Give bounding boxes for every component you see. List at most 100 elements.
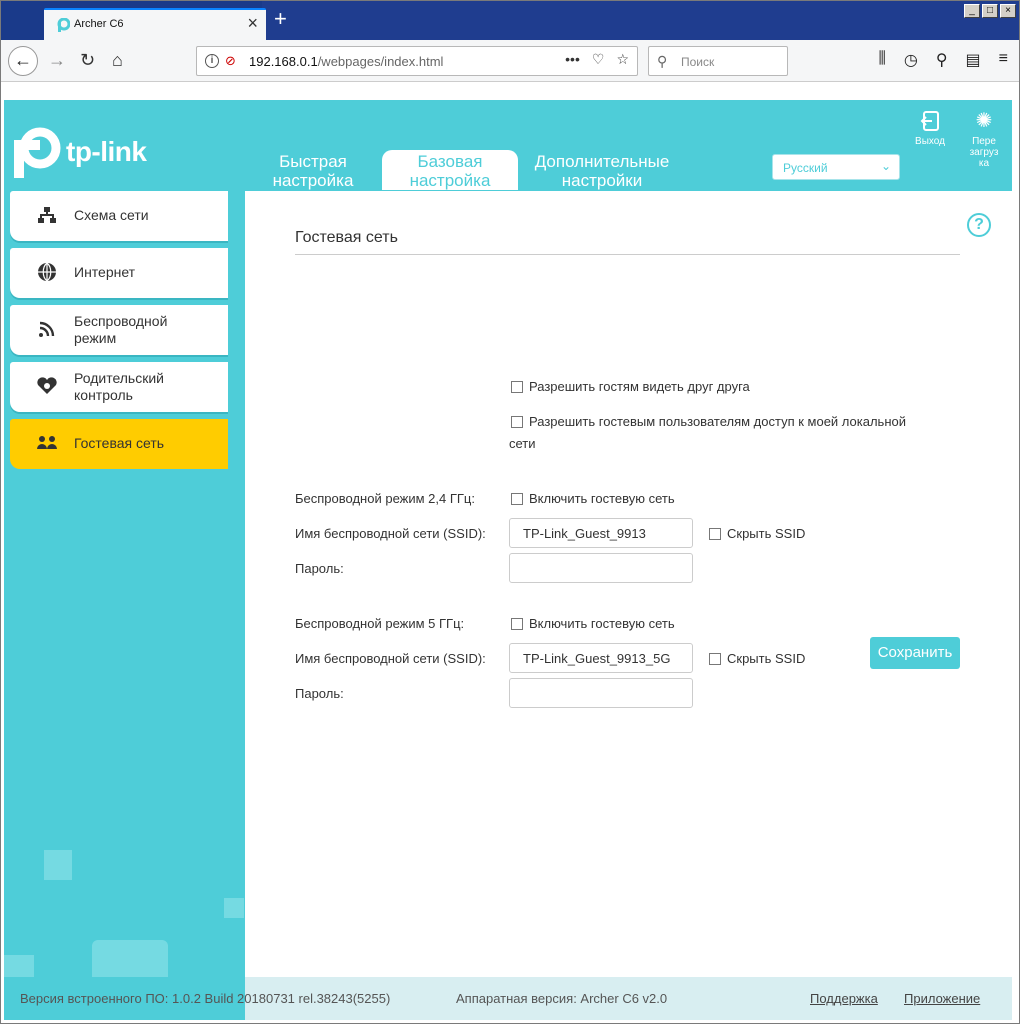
- label-line: режим: [74, 330, 117, 346]
- tab-label-line1: Дополнительные: [534, 152, 670, 171]
- back-icon[interactable]: ←: [8, 46, 38, 76]
- reboot-label-1: Пере: [972, 136, 996, 147]
- sidebar-item-network-map[interactable]: Схема сети: [10, 191, 228, 241]
- tab-title: Archer C6: [74, 18, 124, 30]
- sidebar-item-guest-network[interactable]: Гостевая сеть: [10, 419, 228, 469]
- band24-ssid-input[interactable]: TP-Link_Guest_9913: [509, 518, 693, 548]
- sidebar-item-label: Гостевая сеть: [74, 435, 165, 451]
- guest-network-icon: [36, 433, 58, 455]
- library-icon[interactable]: ⫼: [878, 50, 885, 70]
- band5-ssid-input[interactable]: TP-Link_Guest_9913_5G: [509, 643, 693, 673]
- band5-label: Беспроводной режим 5 ГГц:: [295, 616, 465, 631]
- reboot-label-2: загруз: [969, 147, 999, 158]
- zoom-icon[interactable]: ⚲: [936, 50, 948, 70]
- home-icon[interactable]: ⌂: [112, 50, 123, 70]
- band5-hide-ssid-checkbox[interactable]: [709, 653, 721, 665]
- window-controls: _ □ ×: [964, 4, 1016, 18]
- menu-icon[interactable]: ≡: [999, 50, 1008, 70]
- page-actions-icon[interactable]: •••: [565, 51, 580, 68]
- decor-shape: [44, 850, 72, 880]
- sidebar-item-internet[interactable]: Интернет: [10, 248, 228, 298]
- allow-local-access-label-cont: сети: [509, 436, 536, 451]
- forward-icon[interactable]: →: [48, 50, 66, 70]
- history-icon[interactable]: ◷: [904, 50, 918, 70]
- decor-shape: [92, 940, 168, 977]
- main-tabs: Быстрая настройка Базовая настройка Допо…: [260, 150, 682, 190]
- sidebar-toggle-icon[interactable]: ▤: [966, 50, 981, 70]
- network-map-icon: [36, 205, 58, 227]
- close-tab-icon[interactable]: ×: [247, 14, 258, 32]
- sidebar-item-label: Родительский контроль: [74, 370, 164, 404]
- sidebar-item-label: Беспроводной режим: [74, 313, 167, 347]
- allow-see-each-other-checkbox[interactable]: [511, 381, 523, 393]
- support-link[interactable]: Поддержка: [810, 991, 878, 1006]
- info-icon[interactable]: i: [205, 54, 219, 68]
- main-content: ? Гостевая сеть Разрешить гостям видеть …: [245, 191, 1012, 977]
- url-text[interactable]: 192.168.0.1/webpages/index.html: [249, 54, 443, 69]
- browser-tab[interactable]: Archer C6 ×: [44, 8, 266, 40]
- sidebar-item-label: Интернет: [74, 264, 136, 280]
- label-line: Родительский: [74, 370, 164, 386]
- tplink-logo: tp-link: [10, 126, 147, 178]
- url-actions: ••• ♡ ☆: [565, 51, 629, 68]
- footer: Версия встроенного ПО: 1.0.2 Build 20180…: [4, 977, 1012, 1020]
- nav-toolbar: ← → ↻ ⌂ i ⊘ 192.168.0.1/webpages/index.h…: [0, 40, 1020, 82]
- new-tab-icon[interactable]: +: [274, 8, 287, 30]
- wireless-icon: [36, 319, 58, 341]
- allow-local-access-checkbox[interactable]: [511, 416, 523, 428]
- save-button[interactable]: Сохранить: [870, 637, 960, 669]
- sidebar: Схема сети Интернет Беспроводной режим Ро…: [10, 191, 228, 476]
- allow-local-access-label: Разрешить гостевым пользователям доступ …: [529, 414, 906, 429]
- pocket-icon[interactable]: ♡: [592, 51, 605, 68]
- tab-label-line1: Базовая: [417, 152, 483, 171]
- sidebar-item-wireless[interactable]: Беспроводной режим: [10, 305, 228, 355]
- band24-password-label: Пароль:: [295, 561, 344, 576]
- logo-text: tp-link: [66, 136, 147, 167]
- search-icon: ⚲: [657, 53, 668, 69]
- close-window-icon[interactable]: ×: [1000, 4, 1016, 18]
- decor-shape: [224, 898, 244, 918]
- reload-icon[interactable]: ↻: [80, 50, 95, 70]
- band24-enable-checkbox[interactable]: [511, 493, 523, 505]
- reboot-button[interactable]: ✺ Пере загруз ка: [960, 110, 1008, 169]
- url-bar[interactable]: i ⊘ 192.168.0.1/webpages/index.html ••• …: [196, 46, 638, 76]
- insecure-lock-icon[interactable]: ⊘: [225, 53, 236, 69]
- tab-advanced[interactable]: Дополнительные настройки: [522, 150, 682, 190]
- band5-password-input[interactable]: [509, 678, 693, 708]
- band5-hide-ssid-label: Скрыть SSID: [727, 651, 806, 666]
- tplink-favicon-icon: [57, 18, 70, 32]
- firmware-version: Версия встроенного ПО: 1.0.2 Build 20180…: [20, 991, 391, 1006]
- tab-quick-setup[interactable]: Быстрая настройка: [260, 150, 366, 190]
- logout-button[interactable]: Выход: [908, 110, 952, 147]
- band24-password-input[interactable]: [509, 553, 693, 583]
- band24-hide-ssid-checkbox[interactable]: [709, 528, 721, 540]
- globe-icon: [36, 262, 58, 284]
- router-page: tp-link Быстрая настройка Базовая настро…: [4, 100, 1012, 1020]
- tab-label-line2: настройка: [409, 171, 491, 190]
- title-bar-fill: [262, 0, 1020, 40]
- band24-ssid-label: Имя беспроводной сети (SSID):: [295, 526, 486, 541]
- band5-enable-label: Включить гостевую сеть: [529, 616, 675, 631]
- app-link[interactable]: Приложение: [904, 991, 980, 1006]
- tab-label-line2: настройки: [561, 171, 643, 190]
- tab-label-line2: настройка: [272, 171, 354, 190]
- search-bar[interactable]: ⚲ Поиск: [648, 46, 788, 76]
- logout-label: Выход: [915, 136, 945, 147]
- chevron-down-icon: ⌄: [880, 159, 891, 173]
- language-select[interactable]: Русский ⌄: [772, 154, 900, 180]
- tab-basic[interactable]: Базовая настройка: [382, 150, 518, 190]
- band5-password-label: Пароль:: [295, 686, 344, 701]
- browser-toolbar-right: ⫼ ◷ ⚲ ▤ ≡: [878, 50, 1008, 70]
- maximize-icon[interactable]: □: [982, 4, 998, 18]
- band5-enable-checkbox[interactable]: [511, 618, 523, 630]
- band24-enable-label: Включить гостевую сеть: [529, 491, 675, 506]
- logout-icon: [920, 111, 939, 131]
- hardware-version: Аппаратная версия: Archer C6 v2.0: [456, 991, 668, 1006]
- bookmark-star-icon[interactable]: ☆: [616, 51, 629, 68]
- sidebar-item-parental-control[interactable]: Родительский контроль: [10, 362, 228, 412]
- label-line: Беспроводной: [74, 313, 168, 329]
- band24-label: Беспроводной режим 2,4 ГГц:: [295, 491, 475, 506]
- band24-hide-ssid-label: Скрыть SSID: [727, 526, 806, 541]
- minimize-icon[interactable]: _: [964, 4, 980, 18]
- help-icon[interactable]: ?: [967, 213, 991, 237]
